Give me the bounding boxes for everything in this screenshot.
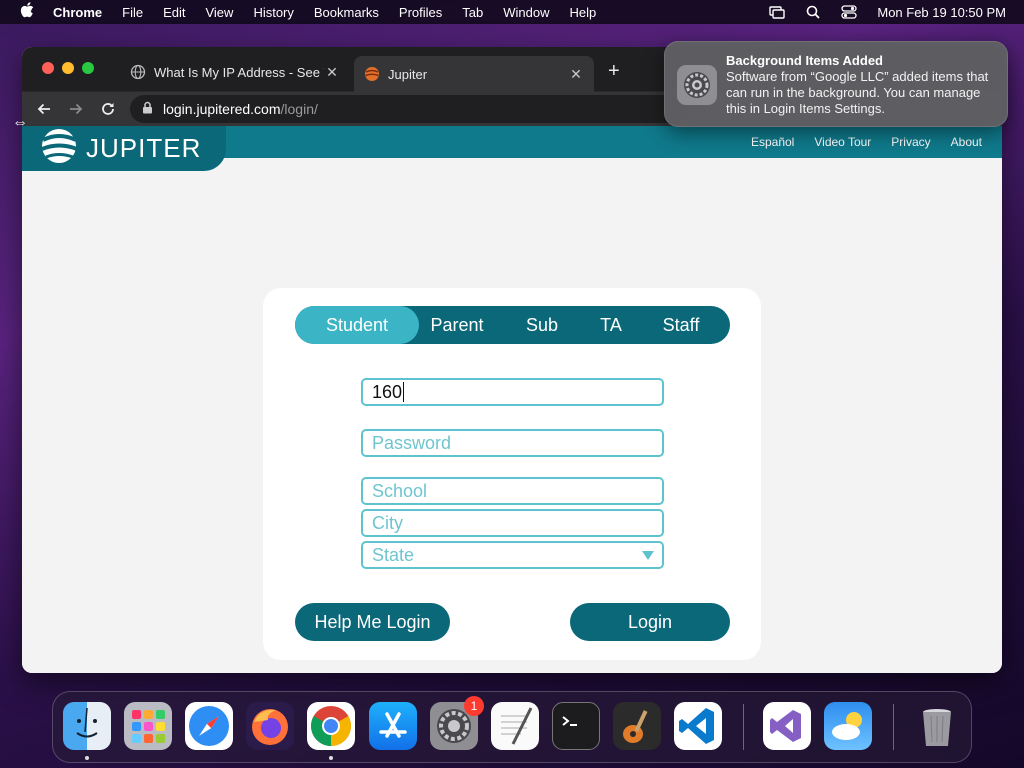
text-caret (403, 382, 405, 402)
password-input[interactable]: Password (361, 429, 664, 457)
school-input[interactable]: School (361, 477, 664, 505)
city-input[interactable]: City (361, 509, 664, 537)
role-tab-staff[interactable]: Staff (633, 306, 729, 344)
menu-app-name[interactable]: Chrome (53, 5, 102, 20)
menu-history[interactable]: History (253, 5, 293, 20)
student-id-input[interactable]: 160 (361, 378, 664, 406)
password-placeholder: Password (372, 432, 452, 453)
logo-text: JUPITER (86, 133, 202, 163)
dock-separator (743, 704, 744, 750)
running-indicator (329, 756, 333, 760)
zoom-window-button[interactable] (82, 62, 94, 74)
menubar-clock[interactable]: Mon Feb 19 10:50 PM (877, 5, 1006, 20)
role-selector: Student Parent Sub TA Staff (295, 306, 730, 344)
tab-ip-address[interactable]: What Is My IP Address - See Yo ✕ (120, 56, 350, 88)
close-window-button[interactable] (42, 62, 54, 74)
state-placeholder: State (372, 544, 415, 565)
weather-icon[interactable] (824, 702, 872, 750)
trash-icon[interactable] (913, 702, 961, 750)
lock-icon[interactable] (142, 101, 153, 117)
menu-file[interactable]: File (122, 5, 143, 20)
dock-separator (893, 704, 894, 750)
jupiter-logo[interactable]: JUPITER (22, 126, 226, 171)
background-items-notification[interactable]: Background Items Added Software from “Go… (664, 41, 1008, 127)
app-store-icon[interactable] (369, 702, 417, 750)
state-select[interactable]: State (361, 541, 664, 569)
menu-profiles[interactable]: Profiles (399, 5, 442, 20)
role-tab-parent[interactable]: Parent (419, 306, 495, 344)
control-center-icon[interactable] (841, 5, 858, 19)
school-placeholder: School (372, 480, 428, 501)
apple-menu-icon[interactable] (18, 2, 36, 22)
menu-edit[interactable]: Edit (163, 5, 185, 20)
menu-bookmarks[interactable]: Bookmarks (314, 5, 379, 20)
student-id-value: 160 (372, 381, 403, 402)
nav-link-about[interactable]: About (951, 135, 982, 149)
finder-icon[interactable] (63, 702, 111, 750)
notification-badge: 1 (464, 696, 484, 716)
tab-title: What Is My IP Address - See Yo (154, 64, 324, 80)
visual-studio-icon[interactable] (763, 702, 811, 750)
jupiter-favicon (364, 66, 380, 82)
system-settings-icon[interactable]: 1 (430, 696, 484, 750)
terminal-icon[interactable] (552, 702, 600, 750)
nav-link-privacy[interactable]: Privacy (891, 135, 930, 149)
minimize-window-button[interactable] (62, 62, 74, 74)
url-host: login.jupitered.com (163, 101, 281, 117)
macos-dock: 1 (52, 691, 972, 763)
login-button[interactable]: Login (570, 603, 730, 641)
textedit-icon[interactable] (491, 702, 539, 750)
role-tab-sub[interactable]: Sub (495, 306, 589, 344)
menu-view[interactable]: View (205, 5, 233, 20)
garageband-icon[interactable] (613, 702, 661, 750)
forward-arrow-icon[interactable] (64, 97, 88, 121)
close-tab-icon[interactable]: ✕ (568, 66, 584, 83)
close-tab-icon[interactable]: ✕ (324, 64, 340, 81)
nav-link-video-tour[interactable]: Video Tour (814, 135, 871, 149)
menu-tab[interactable]: Tab (462, 5, 483, 20)
resize-cursor-icon: ⇔ (12, 114, 28, 131)
back-arrow-icon[interactable] (32, 97, 56, 121)
chrome-icon[interactable] (307, 702, 355, 750)
spotlight-search-icon[interactable] (805, 5, 821, 19)
menu-window[interactable]: Window (503, 5, 549, 20)
chrome-window: What Is My IP Address - See Yo ✕ Jupiter… (22, 47, 1002, 673)
role-tab-student[interactable]: Student (295, 306, 419, 344)
role-tab-ta[interactable]: TA (589, 306, 633, 344)
notification-body: Software from “Google LLC” added items t… (726, 69, 989, 116)
city-placeholder: City (372, 512, 403, 533)
url-path: /login/ (280, 101, 318, 117)
safari-icon[interactable] (185, 702, 233, 750)
globe-icon (130, 64, 146, 80)
notification-title: Background Items Added (726, 53, 883, 68)
tab-jupiter[interactable]: Jupiter ✕ (354, 56, 594, 92)
screen-mirroring-icon[interactable] (769, 5, 786, 19)
system-settings-gear-icon (677, 65, 717, 105)
running-indicator (85, 756, 89, 760)
jupiter-page: Español Video Tour Privacy About JUPITER… (22, 126, 1002, 673)
tab-title: Jupiter (388, 66, 428, 82)
help-me-login-button[interactable]: Help Me Login (295, 603, 450, 641)
jupiter-planet-icon (40, 127, 78, 170)
login-card: Student Parent Sub TA Staff 160 Password… (263, 288, 761, 660)
dropdown-arrow-icon (642, 551, 654, 560)
nav-link-espanol[interactable]: Español (751, 135, 794, 149)
firefox-icon[interactable] (246, 702, 294, 750)
launchpad-icon[interactable] (124, 702, 172, 750)
reload-icon[interactable] (96, 97, 120, 121)
menubar-status-area: Mon Feb 19 10:50 PM (769, 0, 1006, 24)
new-tab-icon[interactable]: + (608, 61, 620, 81)
vscode-icon[interactable] (674, 702, 722, 750)
menu-help[interactable]: Help (570, 5, 597, 20)
macos-menu-bar: Chrome File Edit View History Bookmarks … (0, 0, 1024, 24)
site-nav: Español Video Tour Privacy About (751, 126, 982, 158)
address-bar[interactable]: login.jupitered.com/login/ (130, 95, 690, 123)
